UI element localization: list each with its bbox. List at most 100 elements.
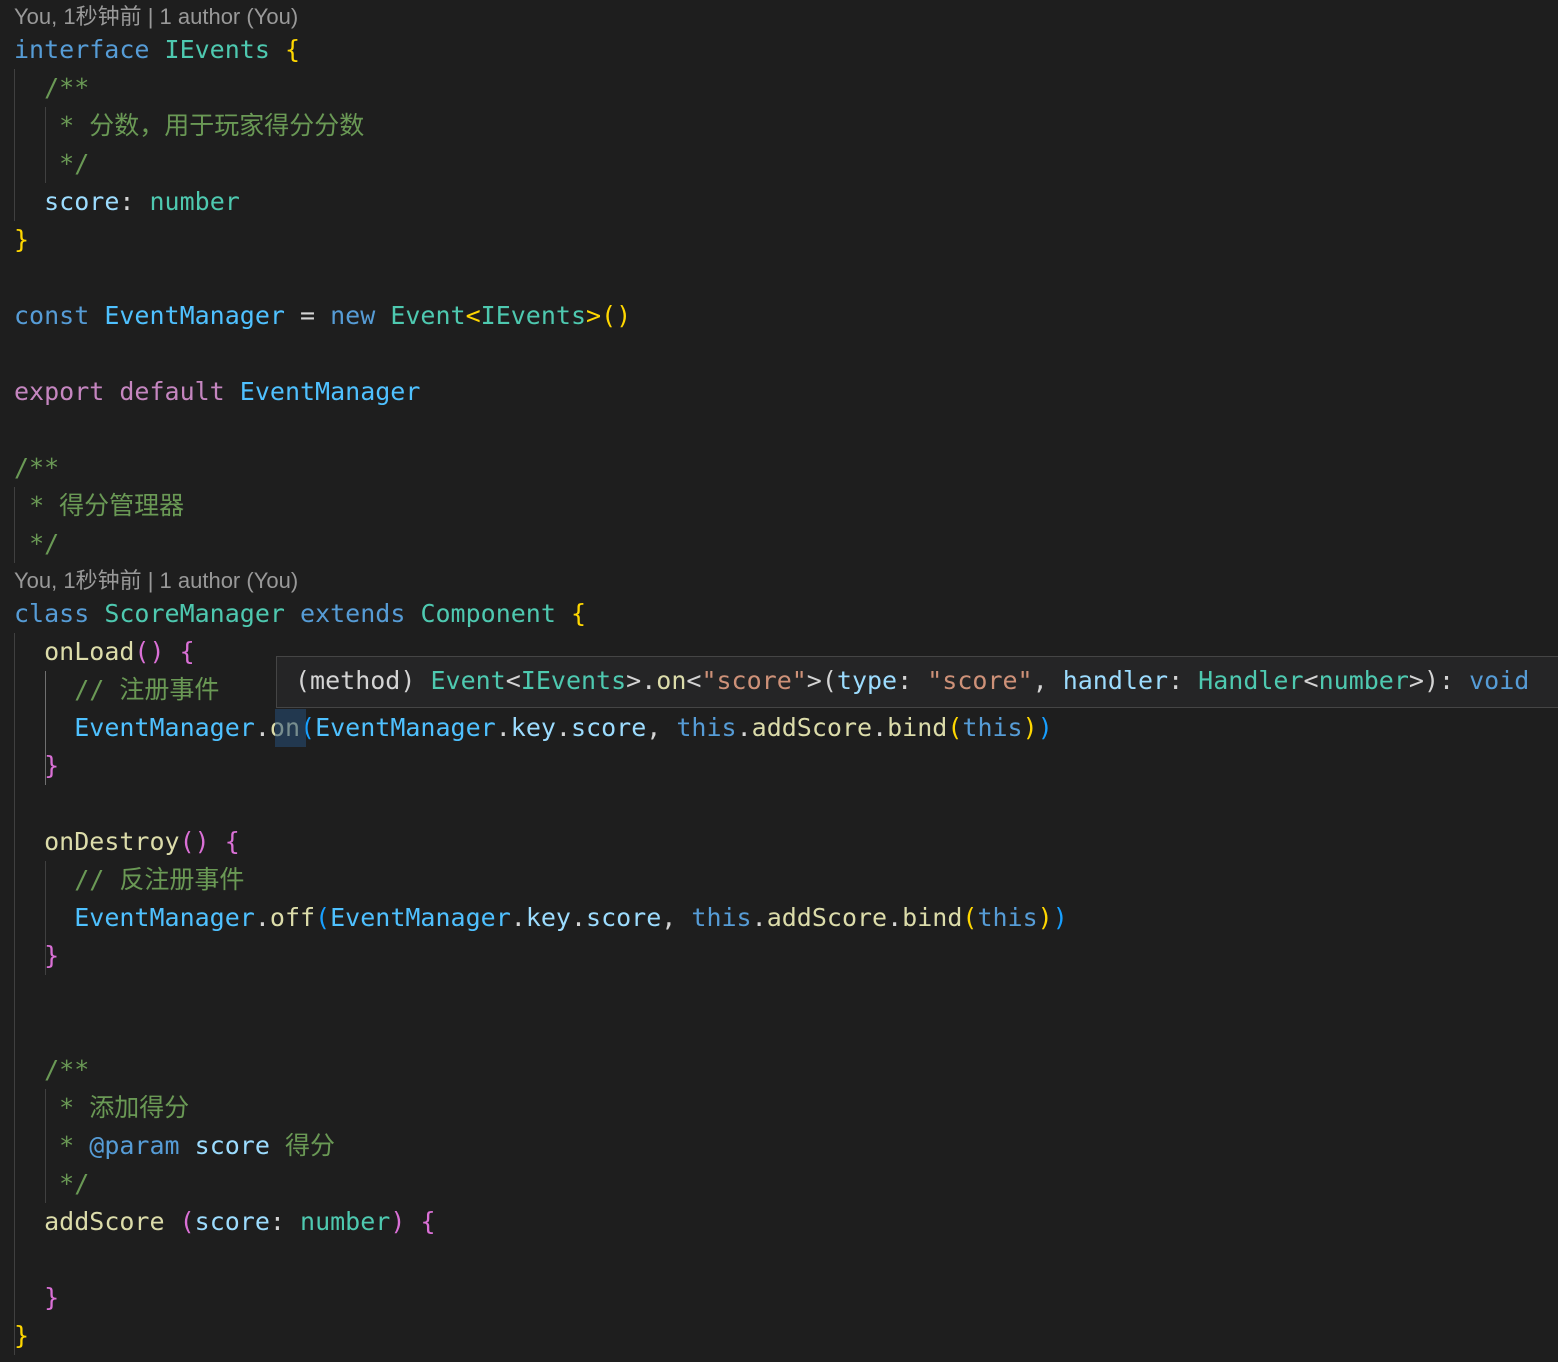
code-editor[interactable]: You, 1秒钟前 | 1 author (You) You, 1秒钟前 | 1…	[0, 0, 1558, 1362]
code-token: =	[284, 301, 331, 330]
code-line[interactable]: EventManager.on(EventManager.key.score, …	[14, 709, 1053, 747]
code-token: .	[872, 713, 888, 742]
code-token: this	[676, 713, 737, 742]
code-line[interactable]: * @param score 得分	[14, 1127, 335, 1165]
indent-guide	[45, 861, 46, 975]
code-token: .	[254, 713, 270, 742]
code-token: onDestroy	[44, 827, 180, 856]
code-line[interactable]: const EventManager = new Event<IEvents>(…	[14, 297, 631, 335]
code-line[interactable]: }	[14, 1317, 29, 1355]
code-line[interactable]: score: number	[14, 183, 240, 221]
code-line[interactable]: EventManager.off(EventManager.key.score,…	[14, 899, 1068, 937]
code-token: number	[1318, 666, 1409, 695]
code-token: * 分数，用于玩家得分分数	[59, 111, 365, 140]
indent-guide	[45, 671, 46, 785]
code-token: IEvents	[480, 301, 587, 330]
code-token: void	[1469, 666, 1530, 695]
code-token: .	[254, 903, 270, 932]
code-token: <	[465, 301, 481, 330]
code-line[interactable]: * 分数，用于玩家得分分数	[14, 107, 364, 145]
code-token: EventManager	[104, 301, 285, 330]
code-token: score	[194, 1207, 270, 1236]
indent-guide	[45, 1089, 46, 1203]
code-token: // 反注册事件	[74, 865, 245, 894]
code-token: * 得分管理器	[29, 491, 185, 520]
code-token: ()	[134, 637, 165, 666]
code-line[interactable]: /**	[14, 69, 89, 107]
code-token: }	[14, 225, 30, 254]
code-line[interactable]: */	[14, 525, 59, 563]
code-token: .	[555, 713, 571, 742]
code-token: handler	[1062, 666, 1169, 695]
word-highlight	[275, 709, 306, 747]
code-line[interactable]: // 反注册事件	[14, 861, 244, 899]
code-token: ,	[661, 903, 692, 932]
code-token: Event	[430, 666, 506, 695]
code-line[interactable]: /**	[14, 449, 59, 487]
code-token: score	[570, 713, 647, 742]
code-token: onLoad	[44, 637, 135, 666]
code-token: <	[505, 666, 521, 695]
code-line[interactable]: */	[14, 1165, 89, 1203]
code-token: export	[14, 377, 105, 406]
code-line[interactable]: }	[14, 221, 29, 259]
code-token: number	[149, 187, 240, 216]
indent-guide	[45, 107, 46, 183]
code-token: {	[224, 827, 240, 856]
code-token: (method)	[295, 666, 431, 695]
code-line[interactable]: }	[14, 1279, 59, 1317]
code-line[interactable]: export default EventManager	[14, 373, 420, 411]
code-token: )	[1052, 903, 1068, 932]
code-line[interactable]: */	[14, 145, 89, 183]
code-line[interactable]: interface IEvents {	[14, 31, 300, 69]
code-token: <	[686, 666, 702, 695]
code-line[interactable]: onDestroy() {	[14, 823, 240, 861]
code-token: Component	[420, 599, 556, 628]
code-token: >	[586, 301, 602, 330]
code-line[interactable]: }	[14, 937, 59, 975]
code-token: (	[947, 713, 963, 742]
code-token: >):	[1408, 666, 1470, 695]
indent-guide	[14, 487, 15, 563]
code-token: *	[59, 1131, 90, 1160]
code-token: }	[44, 941, 60, 970]
code-line[interactable]: addScore (score: number) {	[14, 1203, 435, 1241]
code-token: EventManager	[315, 713, 496, 742]
code-token: new	[330, 301, 376, 330]
code-line[interactable]: * 添加得分	[14, 1089, 189, 1127]
code-line[interactable]: onLoad() {	[14, 633, 195, 671]
code-token: off	[269, 903, 316, 932]
code-token: EventManager	[74, 713, 255, 742]
code-token: this	[962, 713, 1023, 742]
code-token: EventManager	[239, 377, 421, 406]
code-line[interactable]: }	[14, 747, 59, 785]
code-token: score	[586, 903, 662, 932]
code-token: const	[14, 301, 90, 330]
code-token: (	[315, 903, 331, 932]
codelens-class-author[interactable]: You, 1秒钟前 | 1 author (You)	[14, 566, 298, 596]
code-line[interactable]: /**	[14, 1051, 89, 1089]
code-token: number	[300, 1207, 391, 1236]
code-token: EventManager	[74, 903, 255, 932]
code-line[interactable]: class ScoreManager extends Component {	[14, 595, 586, 633]
code-token: ,	[646, 713, 677, 742]
code-token: {	[284, 35, 301, 64]
code-line[interactable]: * 得分管理器	[14, 487, 184, 525]
codelens-interface-author[interactable]: You, 1秒钟前 | 1 author (You)	[14, 2, 298, 32]
code-token: extends	[300, 599, 406, 628]
code-token: >(	[806, 666, 837, 695]
